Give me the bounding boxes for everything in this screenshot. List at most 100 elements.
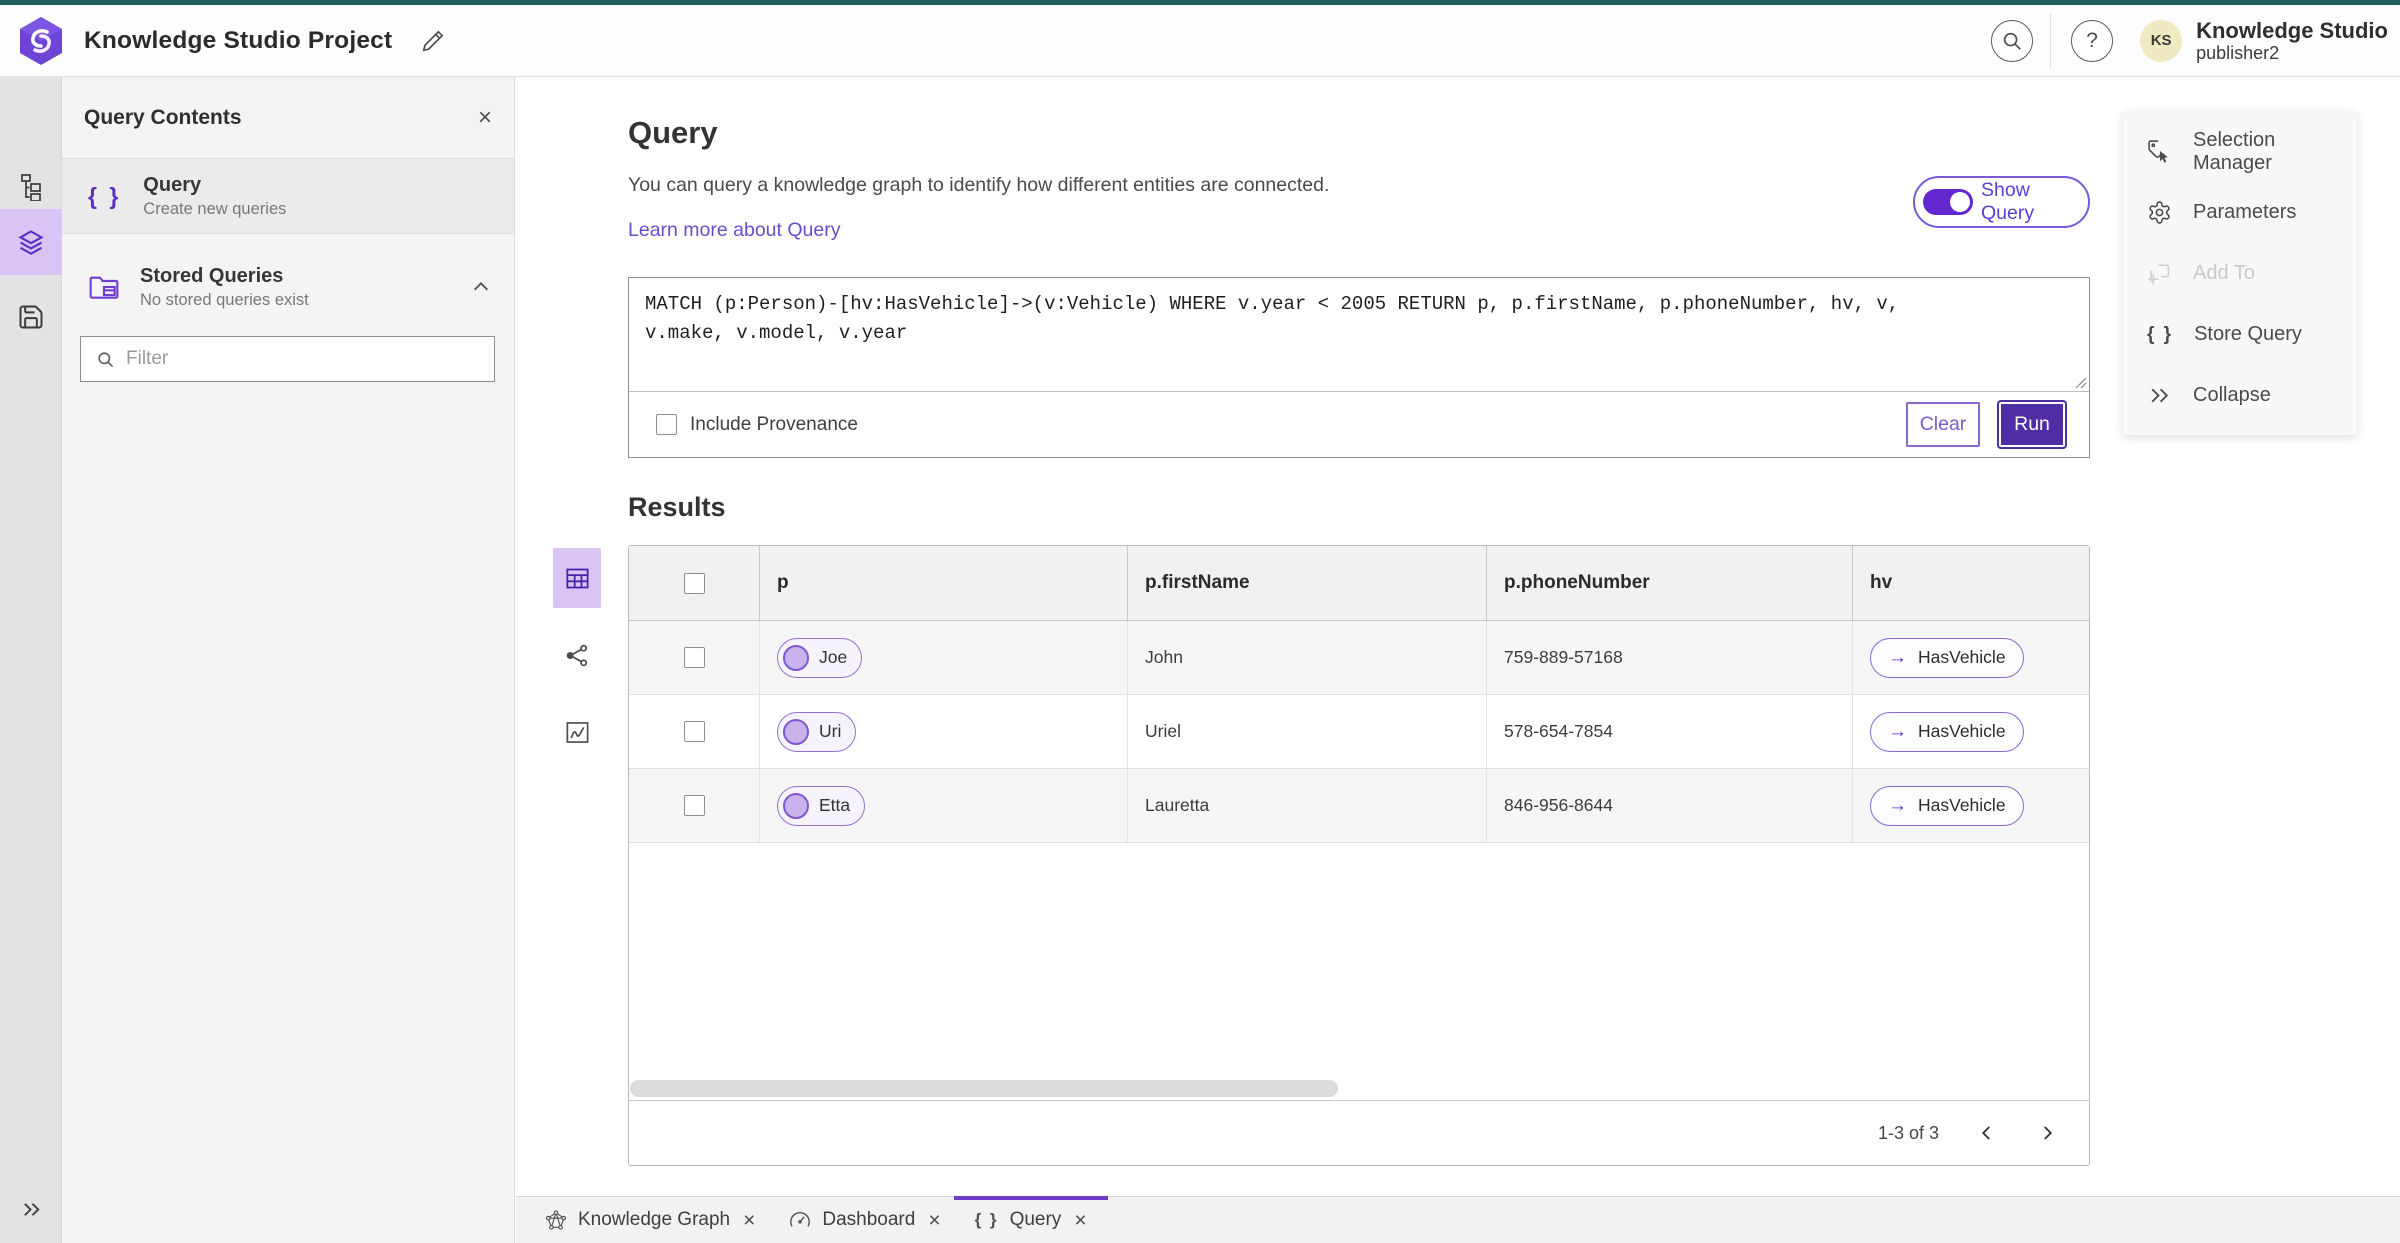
gear-icon [2149, 201, 2170, 224]
left-rail [0, 77, 62, 1243]
close-icon[interactable]: × [478, 105, 492, 130]
show-query-toggle[interactable]: Show Query [1913, 176, 2090, 228]
selection-manager-button[interactable]: Selection Manager [2123, 121, 2357, 182]
cell-phonenumber: 578-654-7854 [1486, 695, 1852, 768]
question-mark-icon: ? [2086, 28, 2098, 52]
cell-firstname: John [1127, 621, 1486, 694]
table-row[interactable]: Uri Uriel 578-654-7854 → HasVehicle [629, 695, 2089, 769]
table-view-button[interactable] [553, 548, 601, 608]
table-footer: 1-3 of 3 [629, 1100, 2089, 1165]
page-title: Query [628, 115, 718, 150]
query-contents-panel: Query Contents × { } Query Create new qu… [62, 77, 515, 1243]
relationship-pill[interactable]: → HasVehicle [1870, 711, 2024, 752]
entity-pill[interactable]: Joe [777, 637, 863, 678]
column-header-firstname[interactable]: p.firstName [1127, 546, 1486, 620]
panel-item-stored-queries[interactable]: Stored Queries No stored queries exist [62, 249, 514, 325]
user-info: Knowledge Studio publisher2 [2196, 18, 2388, 64]
horizontal-scrollbar[interactable] [630, 1080, 1338, 1097]
user-name: Knowledge Studio [2196, 17, 2388, 43]
run-button[interactable]: Run [1999, 402, 2065, 447]
braces-icon: { } [974, 1210, 999, 1229]
relationship-pill[interactable]: → HasVehicle [1870, 785, 2024, 826]
query-line: MATCH (p:Person)-[hv:HasVehicle]->(v:Veh… [645, 293, 1900, 315]
filter-box [80, 336, 495, 382]
selection-manager-icon [2148, 140, 2168, 163]
tab-dashboard[interactable]: Dashboard × [772, 1197, 957, 1243]
app-header: Knowledge Studio Project ? KS Knowledge … [0, 5, 2400, 77]
learn-more-link[interactable]: Learn more about Query [628, 219, 840, 242]
close-icon[interactable]: × [743, 1210, 755, 1231]
relationship-label: HasVehicle [1918, 721, 2006, 741]
column-header-phonenumber[interactable]: p.phoneNumber [1486, 546, 1852, 620]
previous-page-button[interactable] [1975, 1121, 1999, 1145]
toggle-on-icon [1923, 189, 1973, 215]
tab-label: Knowledge Graph [578, 1209, 731, 1230]
stored-queries-folder-icon [89, 276, 119, 299]
expand-panel-button[interactable] [0, 1183, 62, 1235]
graph-view-button[interactable] [553, 625, 601, 685]
query-line: v.make, v.model, v.year [645, 321, 908, 344]
header-divider [2050, 12, 2052, 69]
arrow-right-icon: → [1888, 646, 1907, 668]
edit-title-icon[interactable] [420, 28, 446, 54]
parameters-button[interactable]: Parameters [2123, 182, 2357, 243]
add-to-button: Add To [2123, 243, 2357, 304]
collapse-button[interactable]: Collapse [2123, 365, 2357, 426]
tool-label: Parameters [2193, 201, 2297, 223]
chevron-up-icon[interactable] [470, 276, 492, 298]
hierarchy-tree-icon [21, 174, 41, 201]
include-provenance-checkbox[interactable] [656, 414, 677, 435]
rail-item-hierarchy[interactable] [0, 161, 62, 213]
double-chevron-right-icon [23, 1202, 40, 1216]
chart-view-button[interactable] [553, 702, 601, 762]
clear-button[interactable]: Clear [1906, 402, 1980, 447]
store-query-button[interactable]: { } Store Query [2123, 304, 2357, 365]
close-icon[interactable]: × [1074, 1210, 1086, 1231]
entity-pill[interactable]: Uri [777, 711, 857, 752]
item-subtitle: Create new queries [143, 199, 287, 218]
document-tab-bar: Knowledge Graph × Dashboard × { } Query … [516, 1196, 2400, 1243]
table-row[interactable]: Etta Lauretta 846-956-8644 → HasVehicle [629, 769, 2089, 843]
entity-pill[interactable]: Etta [777, 785, 866, 826]
column-header-hv[interactable]: hv [1852, 546, 2089, 620]
panel-item-query[interactable]: { } Query Create new queries [62, 159, 514, 234]
row-checkbox[interactable] [683, 795, 705, 816]
rail-item-query-contents[interactable] [0, 209, 62, 275]
item-subtitle: No stored queries exist [140, 290, 309, 309]
dashboard-gauge-icon [790, 1211, 811, 1227]
chart-icon [566, 721, 588, 743]
project-title: Knowledge Studio Project [84, 26, 393, 54]
entity-node-icon [783, 792, 809, 819]
filter-input[interactable] [126, 348, 466, 370]
tab-label: Dashboard [822, 1209, 916, 1230]
table-row[interactable]: Joe John 759-889-57168 → HasVehicle [629, 621, 2089, 695]
cell-firstname: Uriel [1127, 695, 1486, 768]
next-page-button[interactable] [2035, 1121, 2059, 1145]
relationship-pill[interactable]: → HasVehicle [1870, 637, 2024, 678]
help-button[interactable]: ? [2071, 19, 2114, 62]
chevron-left-icon [1981, 1126, 1990, 1140]
resize-handle-icon[interactable] [2073, 375, 2087, 389]
table-header-row: p p.firstName p.phoneNumber hv [629, 546, 2089, 621]
search-button[interactable] [1991, 19, 2034, 62]
rail-item-save[interactable] [0, 291, 62, 343]
query-textarea[interactable]: MATCH (p:Person)-[hv:HasVehicle]->(v:Veh… [629, 278, 2089, 392]
table-empty-area [629, 843, 2089, 1100]
column-header-p[interactable]: p [759, 546, 1127, 620]
user-avatar[interactable]: KS [2140, 19, 2183, 62]
cell-phonenumber: 846-956-8644 [1486, 769, 1852, 842]
arrow-right-icon: → [1888, 720, 1907, 742]
row-checkbox[interactable] [683, 647, 705, 668]
tab-knowledge-graph[interactable]: Knowledge Graph × [528, 1197, 772, 1243]
results-view-switcher [552, 548, 602, 762]
select-all-checkbox[interactable] [683, 572, 705, 594]
row-checkbox[interactable] [683, 721, 705, 742]
entity-label: Joe [819, 647, 848, 667]
entity-label: Etta [819, 795, 851, 815]
tab-query[interactable]: { } Query × [953, 1196, 1108, 1243]
include-provenance-label: Include Provenance [690, 413, 858, 435]
save-icon [19, 305, 43, 329]
panel-header: Query Contents × [62, 77, 514, 159]
close-icon[interactable]: × [928, 1210, 940, 1231]
chevron-right-icon [2044, 1126, 2053, 1140]
